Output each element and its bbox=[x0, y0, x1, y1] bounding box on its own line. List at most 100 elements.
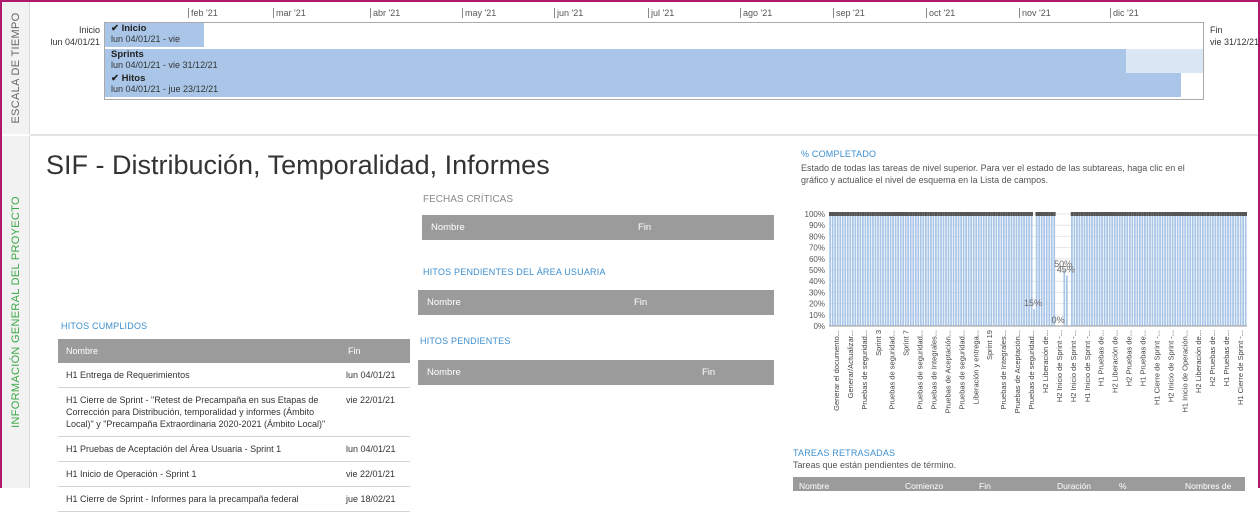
bar[interactable] bbox=[932, 214, 935, 326]
bar[interactable] bbox=[856, 214, 859, 326]
bar[interactable] bbox=[1239, 214, 1242, 326]
bar[interactable] bbox=[1091, 214, 1093, 326]
bar[interactable] bbox=[980, 214, 983, 326]
bar[interactable] bbox=[1151, 214, 1154, 326]
bar[interactable] bbox=[1111, 214, 1114, 326]
bar[interactable] bbox=[1118, 214, 1121, 326]
bar[interactable] bbox=[942, 214, 945, 326]
bar[interactable] bbox=[965, 214, 967, 326]
bar[interactable] bbox=[1139, 214, 1141, 326]
bar[interactable] bbox=[851, 214, 854, 326]
bar[interactable] bbox=[1194, 214, 1197, 326]
bar[interactable] bbox=[874, 214, 877, 326]
bar[interactable] bbox=[912, 214, 915, 326]
bar[interactable] bbox=[1181, 214, 1184, 326]
bar[interactable] bbox=[1201, 214, 1204, 326]
bar[interactable] bbox=[1189, 214, 1192, 326]
bar[interactable] bbox=[1123, 214, 1126, 326]
bar[interactable] bbox=[955, 214, 957, 326]
bar[interactable] bbox=[864, 214, 867, 326]
bar[interactable] bbox=[1045, 214, 1048, 326]
bar[interactable] bbox=[914, 214, 917, 326]
bar[interactable] bbox=[995, 214, 998, 326]
bar[interactable] bbox=[884, 214, 887, 326]
bar[interactable] bbox=[1065, 275, 1068, 326]
bar[interactable] bbox=[1086, 214, 1088, 326]
bar[interactable] bbox=[1131, 214, 1134, 326]
bar[interactable] bbox=[1033, 309, 1035, 326]
bar[interactable] bbox=[1242, 214, 1244, 326]
bar[interactable] bbox=[972, 214, 975, 326]
bar[interactable] bbox=[1217, 214, 1219, 326]
bar[interactable] bbox=[927, 214, 930, 326]
bar[interactable] bbox=[1098, 214, 1101, 326]
bar[interactable] bbox=[879, 214, 882, 326]
bar[interactable] bbox=[849, 214, 852, 326]
bar[interactable] bbox=[1093, 214, 1096, 326]
bar[interactable] bbox=[1169, 214, 1171, 326]
bar[interactable] bbox=[869, 214, 872, 326]
bar[interactable] bbox=[1101, 214, 1103, 326]
bar[interactable] bbox=[1176, 214, 1179, 326]
bar[interactable] bbox=[894, 214, 897, 326]
bar[interactable] bbox=[922, 214, 925, 326]
bar[interactable] bbox=[940, 214, 942, 326]
bar[interactable] bbox=[1015, 214, 1018, 326]
bar[interactable] bbox=[1078, 214, 1081, 326]
bar[interactable] bbox=[992, 214, 995, 326]
bar[interactable] bbox=[1008, 214, 1010, 326]
bar[interactable] bbox=[907, 214, 910, 326]
bar[interactable] bbox=[867, 214, 869, 326]
bar[interactable] bbox=[1164, 214, 1166, 326]
bar[interactable] bbox=[1116, 214, 1119, 326]
bar[interactable] bbox=[839, 214, 842, 326]
table-row[interactable]: H1 Entrega de Requerimientos lun 04/01/21 bbox=[58, 363, 410, 388]
bar[interactable] bbox=[1232, 214, 1234, 326]
bar[interactable] bbox=[1159, 214, 1161, 326]
completado-chart[interactable]: 100%90%80%70%60%50%40%30%20%10%0%15%50%4… bbox=[797, 206, 1251, 436]
bar[interactable] bbox=[892, 214, 894, 326]
bar[interactable] bbox=[836, 214, 839, 326]
timeline-bar[interactable]: Sprints lun 04/01/21 - vie 31/12/21 bbox=[105, 49, 1127, 73]
bar[interactable] bbox=[1224, 214, 1227, 326]
bar[interactable] bbox=[1141, 214, 1144, 326]
table-row[interactable]: H1 Pruebas de Aceptación del Área Usuari… bbox=[58, 436, 410, 462]
bar[interactable] bbox=[945, 214, 947, 326]
bar[interactable] bbox=[987, 214, 990, 326]
bar[interactable] bbox=[1035, 214, 1038, 326]
bar[interactable] bbox=[1219, 214, 1222, 326]
bar[interactable] bbox=[1010, 214, 1013, 326]
bar[interactable] bbox=[985, 214, 988, 326]
table-row[interactable]: H1 Cierre de Sprint - Informes para la p… bbox=[58, 486, 410, 512]
bar[interactable] bbox=[950, 214, 952, 326]
bar[interactable] bbox=[1088, 214, 1091, 326]
bar[interactable] bbox=[977, 214, 980, 326]
bar[interactable] bbox=[1108, 214, 1111, 326]
bar[interactable] bbox=[952, 214, 955, 326]
bar[interactable] bbox=[1179, 214, 1182, 326]
bar[interactable] bbox=[1234, 214, 1237, 326]
bar[interactable] bbox=[919, 214, 922, 326]
bar[interactable] bbox=[1121, 214, 1124, 326]
bar[interactable] bbox=[975, 214, 978, 326]
bar[interactable] bbox=[982, 214, 985, 326]
bar[interactable] bbox=[1161, 214, 1164, 326]
bar[interactable] bbox=[834, 214, 837, 326]
bar[interactable] bbox=[1030, 214, 1033, 326]
bar[interactable] bbox=[1106, 214, 1109, 326]
bar[interactable] bbox=[937, 214, 940, 326]
bar[interactable] bbox=[1149, 214, 1151, 326]
bar[interactable] bbox=[1103, 214, 1106, 326]
bar[interactable] bbox=[841, 214, 844, 326]
bar[interactable] bbox=[846, 214, 849, 326]
bar[interactable] bbox=[897, 214, 900, 326]
bar[interactable] bbox=[1191, 214, 1194, 326]
bar[interactable] bbox=[960, 214, 962, 326]
bar[interactable] bbox=[1023, 214, 1025, 326]
bar[interactable] bbox=[1156, 214, 1159, 326]
bar[interactable] bbox=[1166, 214, 1169, 326]
bar[interactable] bbox=[1083, 214, 1086, 326]
bar[interactable] bbox=[990, 214, 993, 326]
bar[interactable] bbox=[1043, 214, 1046, 326]
bar[interactable] bbox=[1038, 214, 1041, 326]
